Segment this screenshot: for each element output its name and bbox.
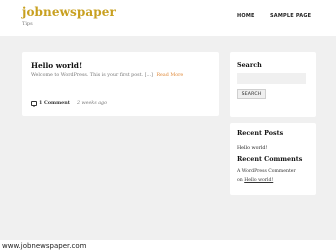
post-title[interactable]: Hello world!	[31, 61, 82, 70]
footer-url: www.jobnewspaper.com	[2, 242, 87, 250]
post-card: Hello world! Welcome to WordPress. This …	[22, 52, 219, 116]
comment-on-text: on	[237, 178, 243, 183]
search-input[interactable]	[237, 73, 306, 84]
search-widget: Search SEARCH	[230, 52, 316, 117]
read-more-link[interactable]: Read More	[156, 73, 183, 78]
footer-bar: www.jobnewspaper.com	[0, 240, 336, 252]
recent-posts-title: Recent Posts	[237, 129, 284, 137]
search-button[interactable]: SEARCH	[237, 89, 266, 99]
excerpt-ellipsis: [...]	[144, 73, 153, 78]
nav-item-sample-page[interactable]: SAMPLE PAGE	[270, 13, 311, 19]
comment-icon	[31, 100, 37, 107]
post-date: 2 weeks ago	[76, 100, 108, 106]
search-widget-title: Search	[237, 61, 262, 69]
comment-author[interactable]: A WordPress Commenter	[237, 169, 296, 174]
post-excerpt-text: Welcome to WordPress. This is your first…	[31, 73, 144, 78]
site-header: jobnewspaper Tips HOME SAMPLE PAGE	[0, 0, 336, 36]
nav-item-home[interactable]: HOME	[237, 13, 255, 19]
comment-target: on Hello world!	[237, 178, 273, 183]
comment-post-link[interactable]: Hello world!	[244, 178, 273, 183]
recent-comments-title: Recent Comments	[237, 155, 303, 163]
post-meta: 1 Comment 2 weeks ago	[31, 100, 108, 107]
main-nav: HOME SAMPLE PAGE	[0, 13, 336, 23]
post-excerpt: Welcome to WordPress. This is your first…	[31, 73, 183, 78]
recent-comments-widget: Recent Comments A WordPress Commenter on…	[230, 150, 316, 195]
comment-count-link[interactable]: 1 Comment	[39, 100, 70, 106]
